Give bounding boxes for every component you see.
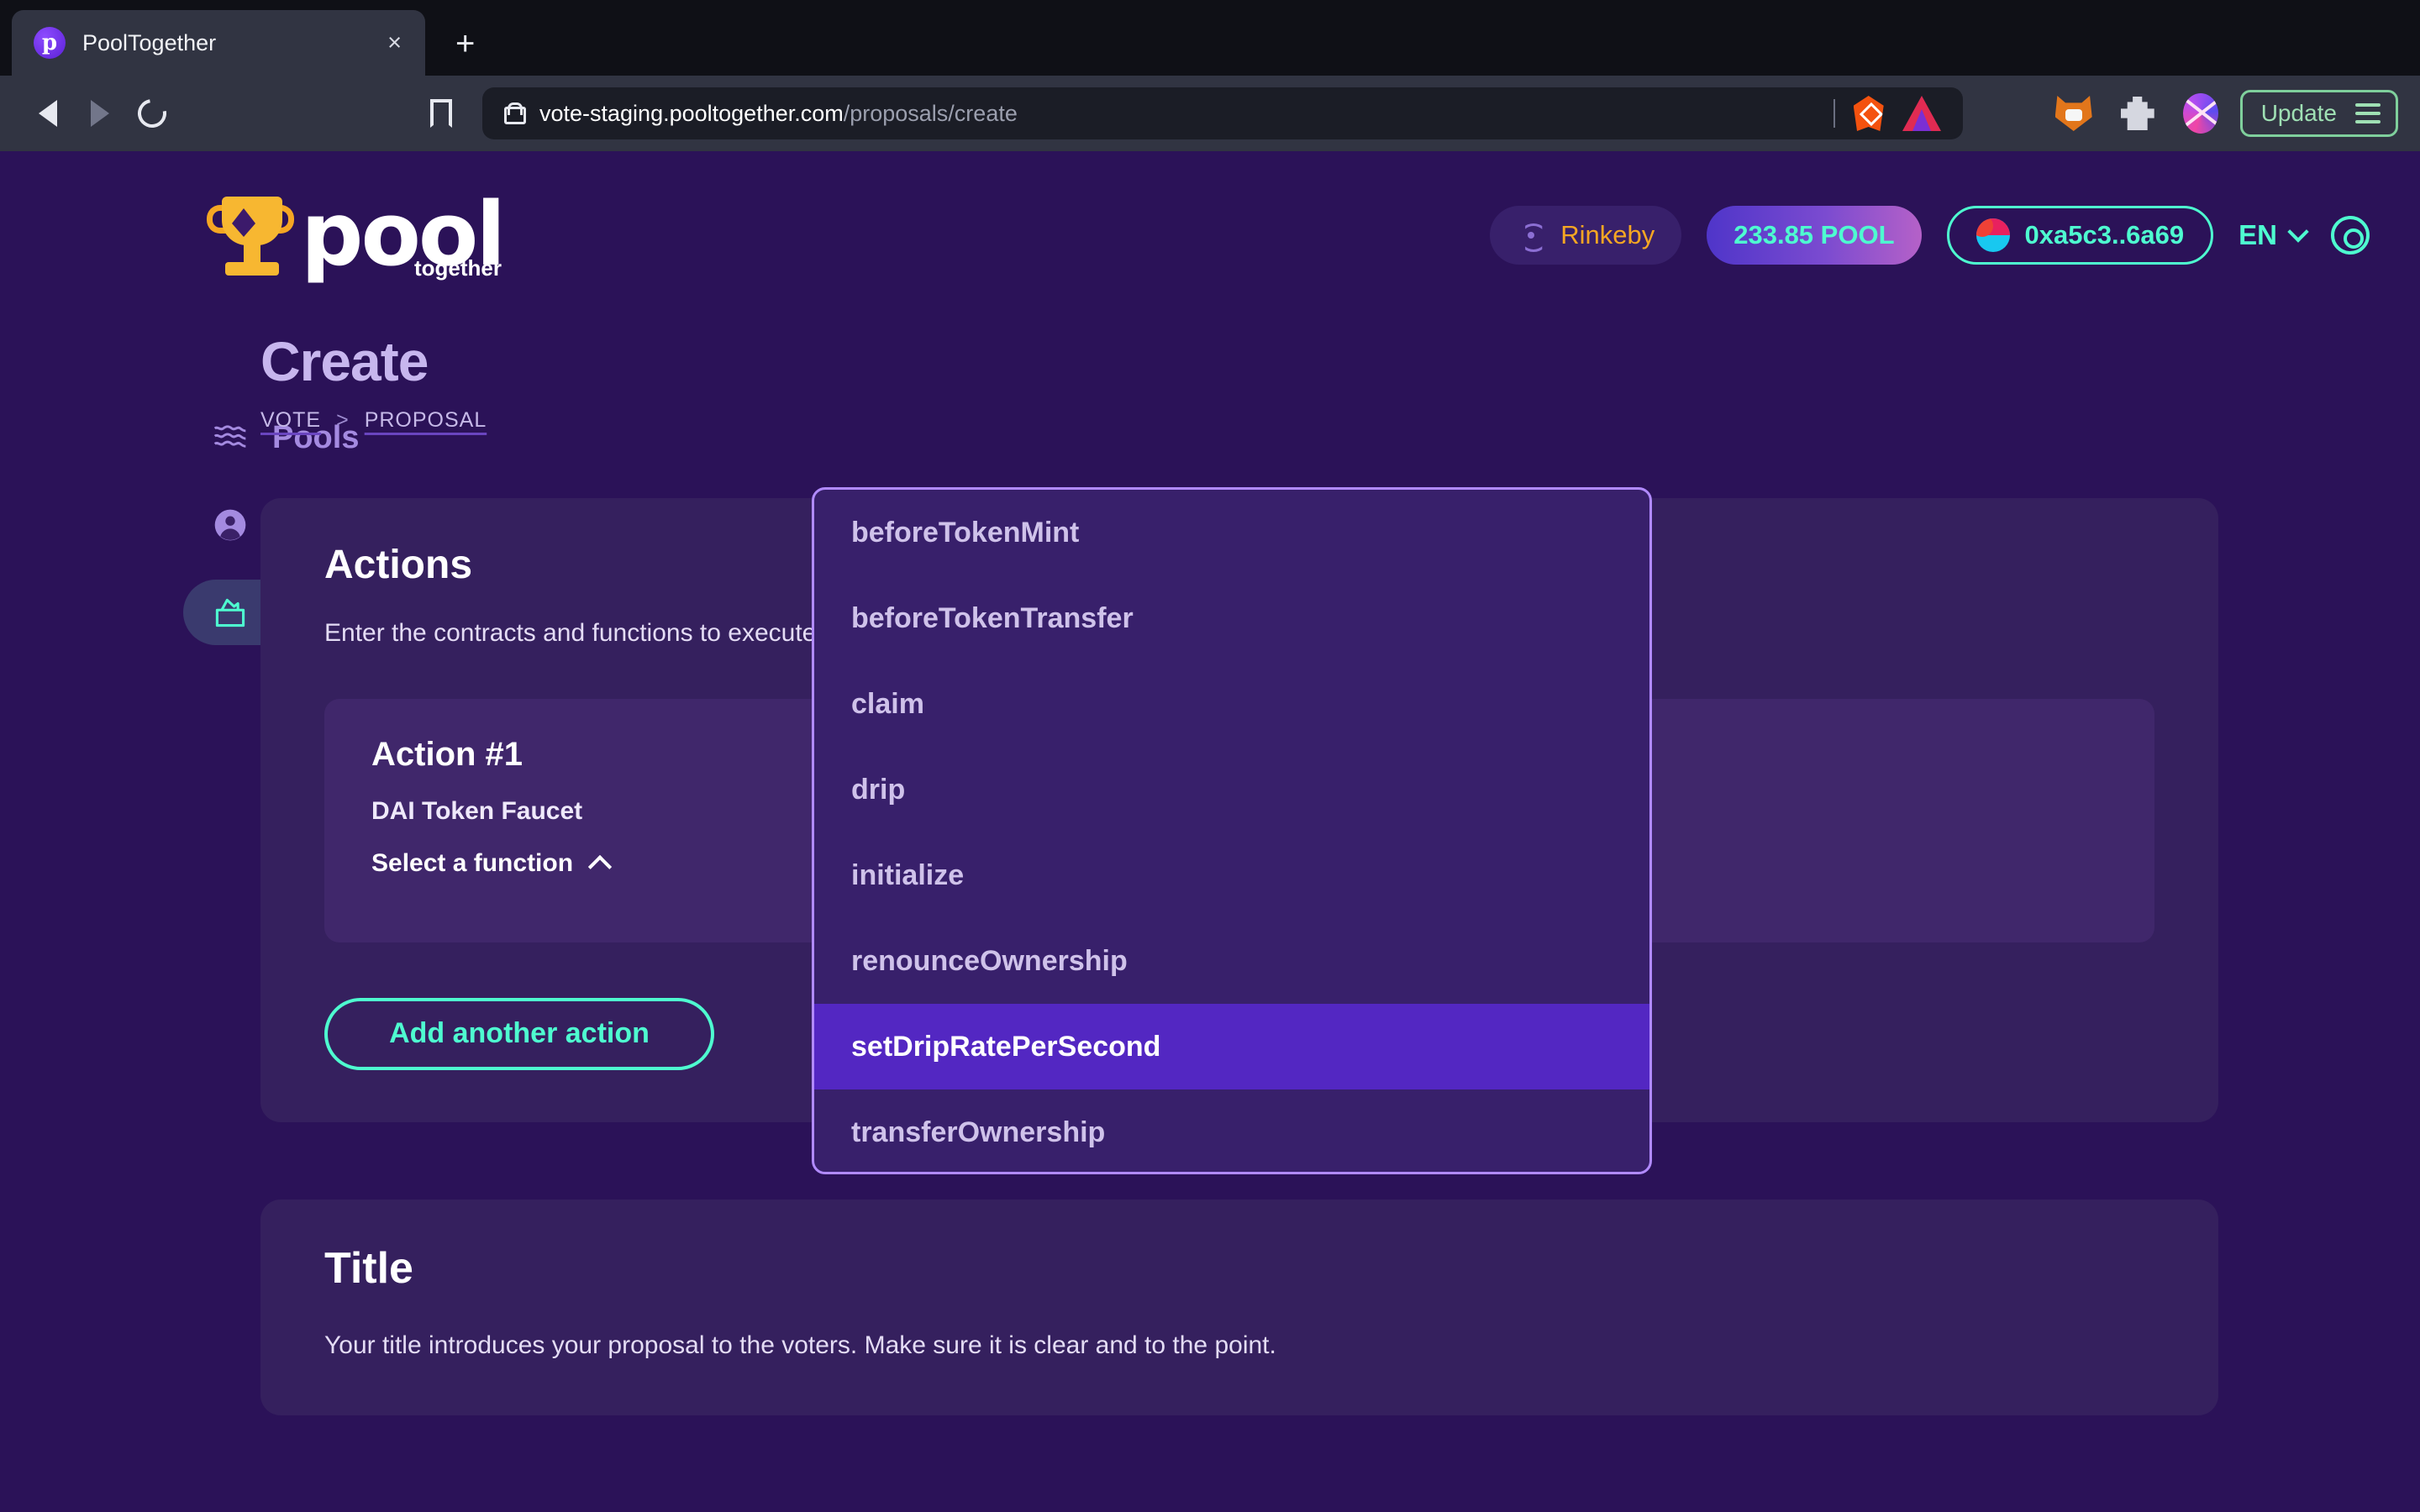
chevron-down-icon — [2287, 221, 2309, 243]
url-text: vote-staging.pooltogether.com/proposals/… — [539, 101, 1018, 127]
trophy-icon — [202, 192, 294, 279]
dropdown-option[interactable]: transferOwnership — [814, 1089, 1649, 1172]
dropdown-option[interactable]: initialize — [814, 832, 1649, 918]
reload-button[interactable] — [126, 93, 178, 134]
update-button-label: Update — [2260, 100, 2337, 126]
token-balance-label: 233.85 POOL — [1733, 220, 1895, 249]
avatar — [1975, 218, 2010, 252]
dropdown-option[interactable]: drip — [814, 747, 1649, 832]
dropdown-option[interactable]: claim — [814, 661, 1649, 747]
gear-icon[interactable] — [2331, 216, 2370, 255]
page-content: pool together Rinkeby 233.85 POOL 0xa5c3… — [0, 151, 2420, 1512]
reload-icon — [132, 93, 172, 134]
logo-secondary-text: together — [414, 255, 502, 281]
tab-title: PoolTogether — [82, 29, 217, 55]
wallet-address-button[interactable]: 0xa5c3..6a69 — [1946, 206, 2214, 265]
title-card: Title Your title introduces your proposa… — [260, 1199, 2218, 1415]
address-bar-actions — [1833, 96, 1941, 131]
metamask-fox-icon[interactable] — [2054, 96, 2092, 131]
function-select-label: Select a function — [371, 848, 574, 877]
sidebar-nav: Pools Account — [0, 329, 444, 1415]
update-button[interactable]: Update — [2239, 90, 2398, 137]
url-domain: vote-staging.pooltogether.com — [539, 100, 844, 126]
breadcrumb-item-vote[interactable]: VOTE — [260, 408, 321, 433]
browser-tab[interactable]: p PoolTogether × — [12, 10, 425, 76]
language-selector[interactable]: EN — [2238, 219, 2309, 251]
back-arrow-icon — [39, 100, 57, 127]
title-heading: Title — [324, 1243, 413, 1293]
brave-rewards-triangle-icon[interactable] — [1902, 96, 1941, 131]
extension-icons — [2054, 93, 2218, 134]
title-description: Your title introduces your proposal to t… — [324, 1331, 1276, 1359]
address-bar[interactable]: vote-staging.pooltogether.com/proposals/… — [482, 87, 1963, 139]
add-another-action-button[interactable]: Add another action — [324, 997, 714, 1070]
waves-icon — [212, 419, 249, 456]
forward-arrow-icon — [91, 100, 109, 127]
dropdown-option[interactable]: beforeTokenMint — [814, 490, 1649, 575]
back-button[interactable] — [22, 100, 74, 127]
chevron-up-icon — [587, 854, 613, 879]
browser-chrome: p PoolTogether × + vote-staging.pooltoge… — [0, 0, 2420, 151]
extensions-puzzle-icon[interactable] — [2120, 97, 2154, 130]
browser-toolbar: vote-staging.pooltogether.com/proposals/… — [0, 76, 2420, 151]
site-header: pool together Rinkeby 233.85 POOL 0xa5c3… — [0, 151, 2420, 281]
url-path: /proposals/create — [843, 100, 1018, 126]
brave-shields-lion-icon[interactable] — [1853, 96, 1884, 131]
breadcrumb-item-proposal[interactable]: PROPOSAL — [365, 408, 487, 433]
page-title: Create — [260, 330, 429, 392]
pooltogether-logo[interactable]: pool together — [202, 191, 506, 281]
pooltogether-favicon-icon: p — [34, 27, 66, 59]
function-dropdown-menu[interactable]: beforeTokenMint beforeTokenTransfer clai… — [812, 487, 1652, 1174]
new-tab-button[interactable]: + — [455, 27, 475, 60]
breadcrumb-separator: > — [336, 408, 350, 432]
language-label: EN — [2238, 219, 2277, 250]
dropdown-option-selected[interactable]: setDripRatePerSecond — [814, 1004, 1649, 1089]
bookmark-icon[interactable] — [430, 99, 452, 128]
dropdown-option[interactable]: renounceOwnership — [814, 918, 1649, 1004]
forward-button[interactable] — [74, 100, 126, 127]
tab-strip: p PoolTogether × + — [0, 0, 2420, 76]
header-actions: Rinkeby 233.85 POOL 0xa5c3..6a69 EN — [1490, 206, 2370, 265]
hamburger-menu-icon[interactable] — [2355, 103, 2381, 123]
lock-icon — [504, 102, 526, 124]
wallet-address-label: 0xa5c3..6a69 — [2024, 220, 2185, 249]
close-icon[interactable]: × — [382, 26, 407, 60]
broadcast-icon — [1517, 223, 1545, 248]
rainbow-wallet-icon[interactable] — [2182, 93, 2218, 134]
network-label: Rinkeby — [1560, 220, 1655, 249]
dropdown-option[interactable]: beforeTokenTransfer — [814, 575, 1649, 661]
person-icon — [212, 507, 249, 543]
breadcrumb: VOTE > PROPOSAL — [260, 408, 2218, 433]
network-badge[interactable]: Rinkeby — [1490, 206, 1682, 265]
logo-wordmark: pool together — [301, 191, 506, 280]
token-balance-badge[interactable]: 233.85 POOL — [1707, 206, 1922, 265]
divider — [1833, 99, 1835, 128]
ballot-box-icon — [212, 594, 249, 631]
